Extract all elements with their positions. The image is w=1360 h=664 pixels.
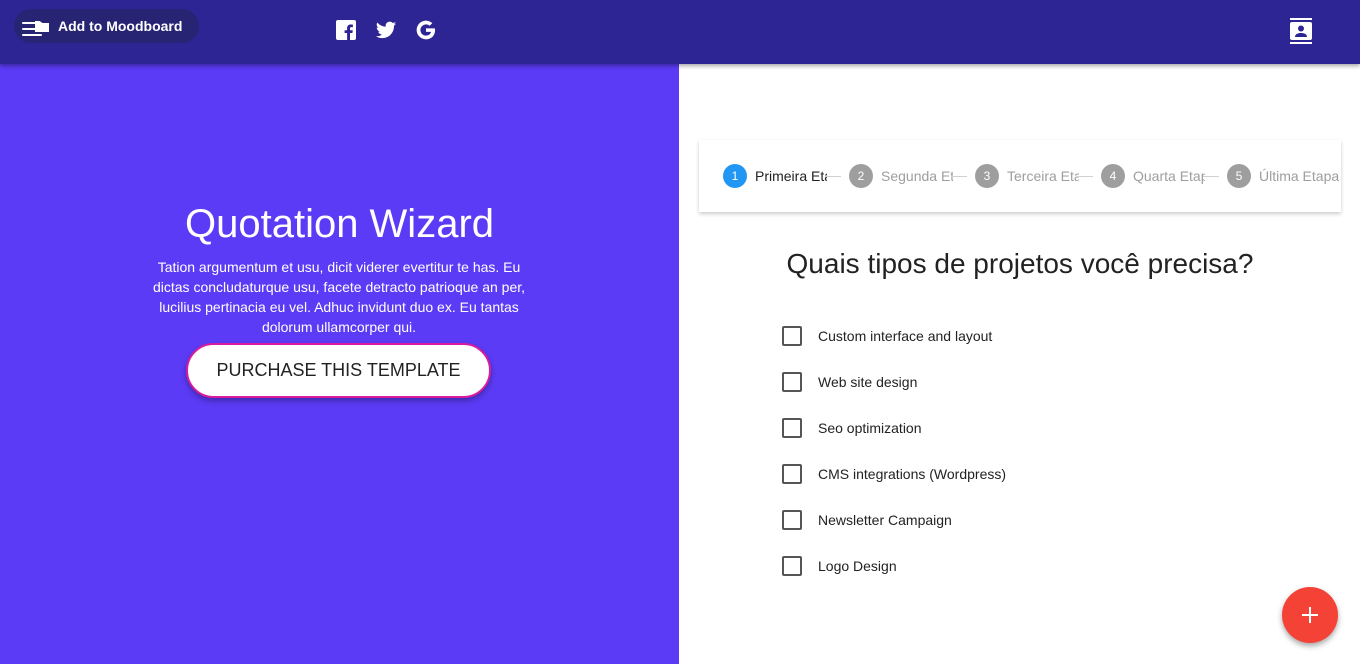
checkbox[interactable]: [782, 464, 802, 484]
wizard-stepper: 1 Primeira Etapa 2 Segunda Etapa 3 Terce…: [699, 140, 1341, 212]
purchase-template-button[interactable]: PURCHASE THIS TEMPLATE: [186, 343, 491, 398]
step-label: Última Etapa: [1259, 168, 1339, 184]
option-label: Logo Design: [818, 558, 897, 574]
step-connector: [1077, 175, 1093, 177]
plus-icon: [1302, 607, 1318, 623]
step-2[interactable]: 2 Segunda Etapa: [849, 164, 967, 188]
contacts-icon[interactable]: [1290, 18, 1312, 44]
step-1[interactable]: 1 Primeira Etapa: [723, 164, 841, 188]
checkbox[interactable]: [782, 326, 802, 346]
project-type-options: Custom interface and layout Web site des…: [782, 326, 1006, 602]
step-connector: [1203, 175, 1219, 177]
step-number: 4: [1101, 164, 1125, 188]
option-cms-integrations[interactable]: CMS integrations (Wordpress): [782, 464, 1006, 484]
step-3[interactable]: 3 Terceira Etapa: [975, 164, 1093, 188]
top-app-bar: Add to Moodboard: [0, 0, 1360, 64]
hero-title: Quotation Wizard: [184, 202, 495, 246]
step-label: Quarta Etapa: [1133, 168, 1205, 184]
hero-section: Quotation Wizard Tation argumentum et us…: [0, 64, 679, 664]
option-seo-optimization[interactable]: Seo optimization: [782, 418, 1006, 438]
add-to-moodboard-label: Add to Moodboard: [58, 18, 183, 34]
step-5[interactable]: 5 Última Etapa: [1227, 164, 1339, 188]
option-label: Web site design: [818, 374, 918, 390]
facebook-icon[interactable]: [335, 19, 357, 41]
step-label: Segunda Etapa: [881, 168, 953, 184]
option-logo-design[interactable]: Logo Design: [782, 556, 1006, 576]
add-fab-button[interactable]: [1282, 587, 1338, 643]
option-label: CMS integrations (Wordpress): [818, 466, 1007, 482]
twitter-icon[interactable]: [375, 19, 397, 41]
step-number: 5: [1227, 164, 1251, 188]
checkbox[interactable]: [782, 372, 802, 392]
option-label: Newsletter Campaign: [818, 512, 952, 528]
hero-description: Tation argumentum et usu, dicit viderer …: [152, 259, 526, 335]
option-custom-interface[interactable]: Custom interface and layout: [782, 326, 1006, 346]
question-heading: Quais tipos de projetos você precisa?: [786, 248, 1254, 279]
step-connector: [825, 175, 841, 177]
step-connector: [951, 175, 967, 177]
menu-icon[interactable]: [22, 22, 42, 38]
option-label: Custom interface and layout: [818, 328, 993, 344]
option-label: Seo optimization: [818, 420, 922, 436]
step-number: 3: [975, 164, 999, 188]
step-4[interactable]: 4 Quarta Etapa: [1101, 164, 1219, 188]
step-label: Primeira Etapa: [755, 168, 827, 184]
social-links: [335, 19, 455, 41]
checkbox[interactable]: [782, 556, 802, 576]
step-label: Terceira Etapa: [1007, 168, 1079, 184]
step-number: 1: [723, 164, 747, 188]
option-web-site-design[interactable]: Web site design: [782, 372, 1006, 392]
checkbox[interactable]: [782, 418, 802, 438]
step-number: 2: [849, 164, 873, 188]
google-icon[interactable]: [415, 19, 437, 41]
option-newsletter-campaign[interactable]: Newsletter Campaign: [782, 510, 1006, 530]
checkbox[interactable]: [782, 510, 802, 530]
